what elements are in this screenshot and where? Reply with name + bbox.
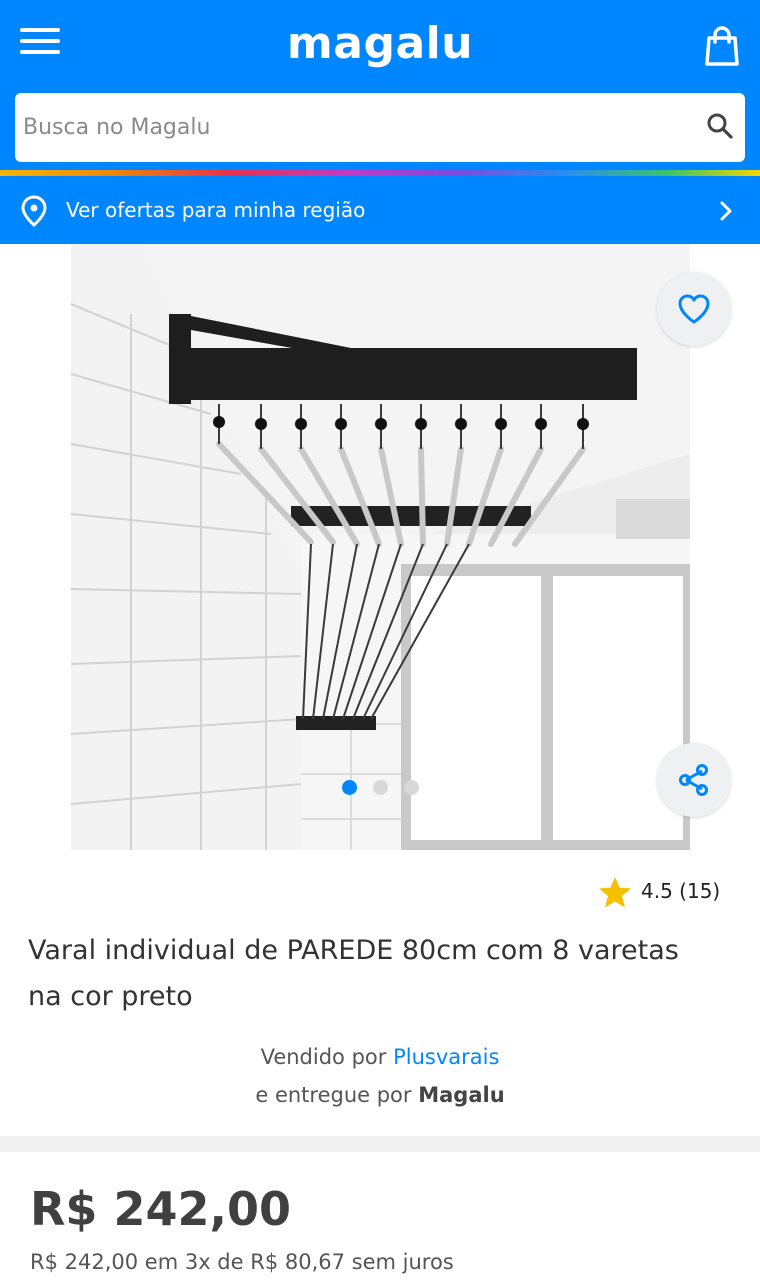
delivered-by-prefix: e entregue por — [255, 1083, 412, 1107]
location-pin-icon — [20, 195, 48, 227]
shopping-bag-icon[interactable] — [702, 24, 742, 68]
chevron-right-icon — [718, 200, 734, 222]
rating-text: 4.5 (15) — [641, 879, 721, 903]
seller-link[interactable]: Plusvarais — [393, 1045, 499, 1069]
search-box — [15, 93, 745, 162]
top-header: magalu — [0, 0, 760, 170]
delivery-name: Magalu — [418, 1083, 505, 1107]
star-icon — [599, 877, 631, 908]
section-divider — [0, 1136, 760, 1152]
region-offers-label: Ver ofertas para minha região — [66, 198, 366, 222]
search-input[interactable] — [23, 93, 683, 162]
carousel-dot[interactable] — [342, 780, 357, 795]
carousel-dot[interactable] — [373, 780, 388, 795]
seller-info: Vendido por Plusvarais e entregue por Ma… — [0, 1038, 760, 1114]
search-icon[interactable] — [706, 112, 734, 140]
product-image[interactable] — [71, 244, 690, 850]
region-offers-bar[interactable]: Ver ofertas para minha região — [0, 176, 760, 244]
favorite-button[interactable] — [657, 272, 731, 346]
product-title: Varal individual de PAREDE 80cm com 8 va… — [28, 935, 679, 1012]
share-button[interactable] — [657, 743, 731, 817]
share-icon — [679, 764, 708, 796]
heart-icon — [678, 294, 710, 324]
magalu-logo[interactable]: magalu — [0, 18, 760, 69]
installments-info: R$ 242,00 em 3x de R$ 80,67 sem juros — [30, 1250, 454, 1274]
carousel-dot[interactable] — [404, 780, 419, 795]
product-price: R$ 242,00 — [30, 1182, 291, 1236]
sold-by-prefix: Vendido por — [260, 1045, 387, 1069]
